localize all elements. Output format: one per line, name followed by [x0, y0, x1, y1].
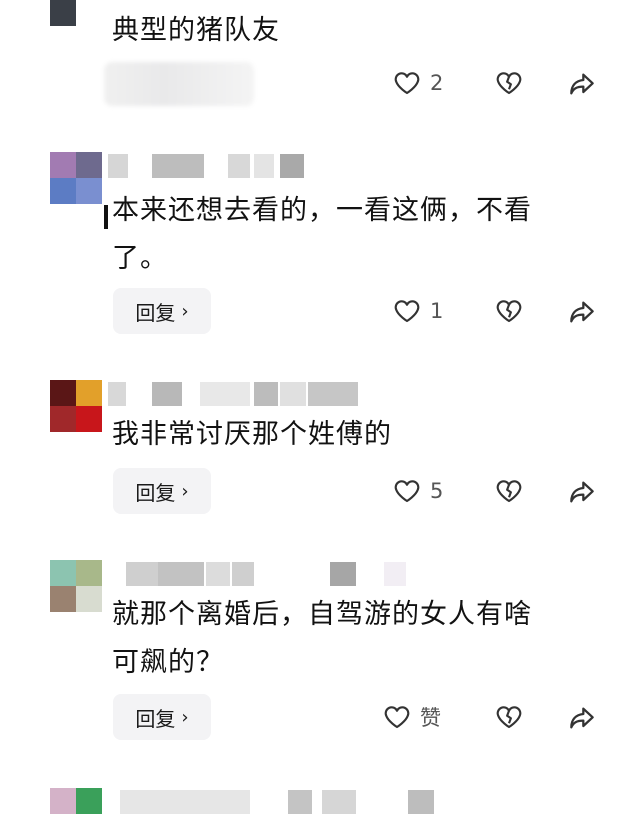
blurred-username	[108, 562, 408, 586]
comment-text-line2: 了。	[112, 243, 168, 274]
text-cursor	[104, 205, 108, 229]
comment-text: 典型的猪队友	[112, 15, 280, 46]
comment-text: 我非常讨厌那个姓傅的	[112, 419, 392, 450]
blurred-username	[108, 382, 408, 406]
share-arrow-icon	[570, 73, 594, 95]
share-button[interactable]	[566, 68, 598, 100]
comment-text-line1: 就那个离婚后，自驾游的女人有啥	[112, 599, 532, 630]
like-count: 2	[430, 71, 444, 95]
avatar[interactable]	[50, 788, 102, 840]
comment-text-line1: 本来还想去看的，一看这俩，不看	[112, 195, 532, 226]
like-count: 1	[430, 299, 444, 323]
like-count: 5	[430, 479, 444, 503]
like-button[interactable]: 赞	[382, 702, 441, 732]
like-label: 赞	[420, 706, 441, 730]
share-button[interactable]	[566, 296, 598, 328]
dislike-button[interactable]	[494, 476, 524, 506]
blurred-username	[108, 790, 434, 814]
share-button[interactable]	[566, 476, 598, 508]
reply-button[interactable]: 回复 ›	[113, 288, 211, 334]
dislike-button[interactable]	[494, 68, 524, 98]
avatar[interactable]	[50, 0, 102, 26]
dislike-button[interactable]	[494, 296, 524, 326]
share-arrow-icon	[570, 481, 594, 503]
like-button[interactable]: 2	[392, 68, 443, 98]
chevron-right-icon: ›	[181, 480, 189, 502]
chevron-right-icon: ›	[181, 300, 189, 322]
heart-icon	[394, 480, 420, 503]
blurred-username	[108, 154, 408, 178]
like-button[interactable]: 5	[392, 476, 443, 506]
like-button[interactable]: 1	[392, 296, 443, 326]
broken-heart-icon	[496, 72, 522, 95]
share-arrow-icon	[570, 301, 594, 323]
broken-heart-icon	[496, 300, 522, 323]
blurred-reply-button[interactable]	[104, 62, 254, 106]
share-arrow-icon	[570, 707, 594, 729]
avatar[interactable]	[50, 380, 102, 432]
comment-text-line2: 可飙的？	[112, 647, 224, 678]
reply-button[interactable]: 回复 ›	[113, 694, 211, 740]
dislike-button[interactable]	[494, 702, 524, 732]
heart-icon	[394, 72, 420, 95]
reply-button[interactable]: 回复 ›	[113, 468, 211, 514]
avatar[interactable]	[50, 560, 102, 612]
share-button[interactable]	[566, 702, 598, 734]
broken-heart-icon	[496, 706, 522, 729]
avatar[interactable]	[50, 152, 102, 204]
broken-heart-icon	[496, 480, 522, 503]
heart-icon	[394, 300, 420, 323]
heart-icon	[384, 706, 410, 729]
chevron-right-icon: ›	[181, 706, 189, 728]
